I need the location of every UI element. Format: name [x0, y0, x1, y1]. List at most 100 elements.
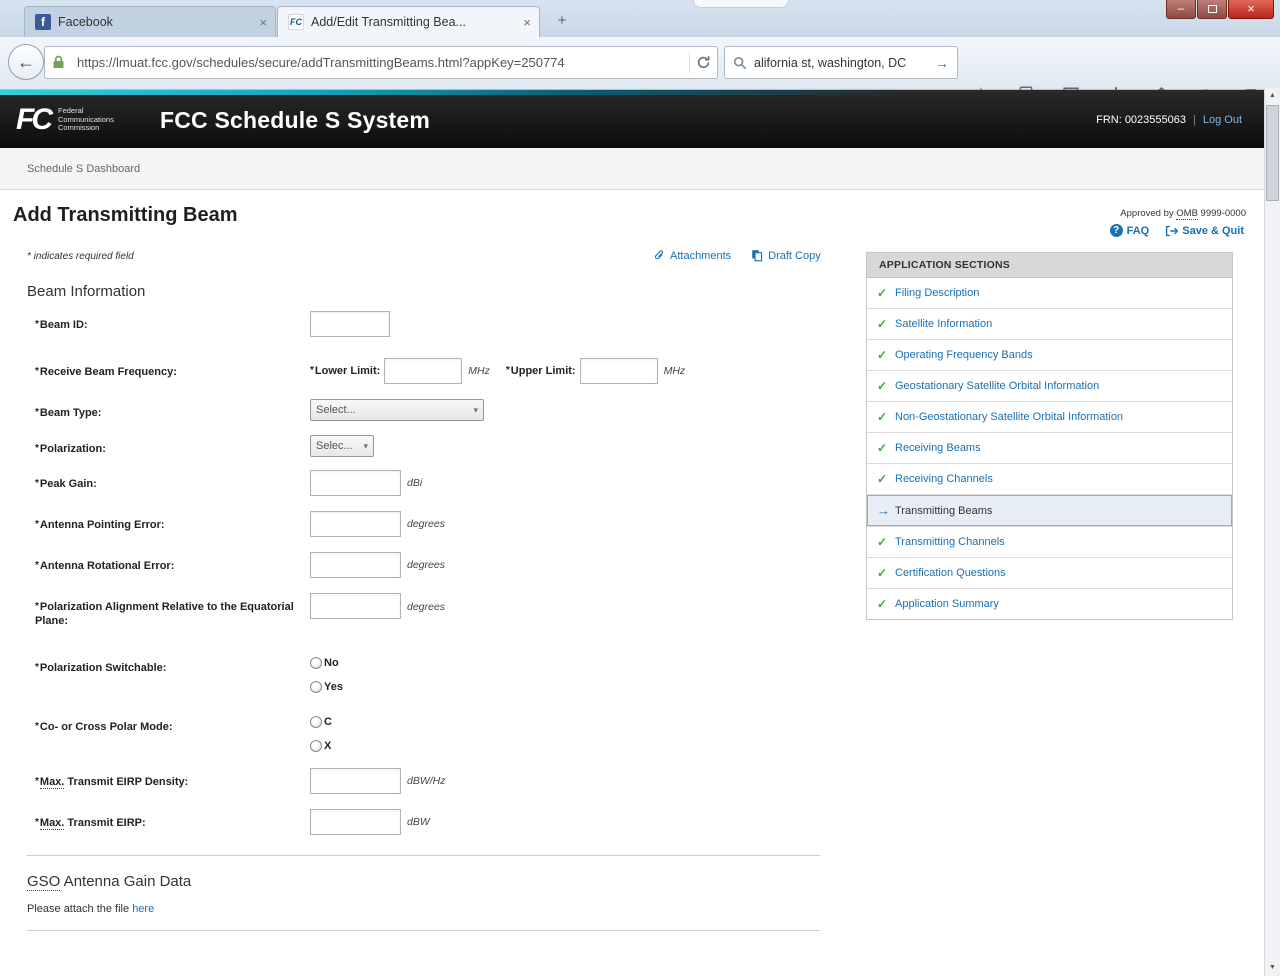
peak-gain-label: *Peak Gain: — [35, 470, 310, 496]
radio-icon[interactable] — [310, 657, 322, 669]
back-button[interactable]: ← — [8, 44, 44, 80]
sidebar-item-label: Transmitting Beams — [895, 505, 992, 517]
maximize-icon — [1208, 5, 1217, 13]
check-icon: ✓ — [877, 410, 895, 424]
sidebar-item-label: Application Summary — [895, 598, 999, 610]
option-label: C — [324, 716, 332, 728]
polarization-switchable-row: *Polarization Switchable: No Yes — [0, 654, 830, 693]
search-go-icon[interactable]: → — [935, 55, 949, 71]
lower-limit-input[interactable] — [384, 358, 462, 384]
fcc-favicon-icon: FC — [288, 14, 304, 30]
beam-id-row: *Beam ID: — [0, 311, 830, 337]
sidebar-item-non-geostationary-orbital-info[interactable]: ✓ Non-Geostationary Satellite Orbital In… — [867, 402, 1232, 433]
co-cross-polar-mode-label: *Co- or Cross Polar Mode: — [35, 713, 310, 752]
sidebar-item-label: Filing Description — [895, 287, 979, 299]
new-tab-button[interactable]: + — [549, 10, 575, 32]
check-icon: ✓ — [877, 317, 895, 331]
session-info: FRN: 0023555063 | Log Out — [1096, 90, 1242, 148]
maximize-button[interactable] — [1197, 0, 1227, 19]
close-tab-icon[interactable]: × — [523, 15, 531, 30]
max-transmit-eirp-input[interactable] — [310, 809, 401, 835]
draft-copy-icon — [751, 249, 764, 262]
antenna-pointing-error-row: *Antenna Pointing Error: degrees — [0, 511, 830, 537]
url-bar[interactable]: https://lmuat.fcc.gov/schedules/secure/a… — [44, 46, 718, 79]
frn-label: FRN: 0023555063 — [1096, 114, 1186, 126]
sidebar-item-geostationary-orbital-info[interactable]: ✓ Geostationary Satellite Orbital Inform… — [867, 371, 1232, 402]
max-transmit-eirp-density-unit: dBW/Hz — [407, 775, 446, 787]
beam-type-row: *Beam Type: Select... ▾ — [0, 399, 830, 421]
check-icon: ✓ — [877, 379, 895, 393]
sidebar-item-filing-description[interactable]: ✓ Filing Description — [867, 278, 1232, 309]
sidebar-item-certification-questions[interactable]: ✓ Certification Questions — [867, 558, 1232, 589]
max-transmit-eirp-density-row: *Max. Transmit EIRP Density: dBW/Hz — [0, 768, 830, 794]
application-sections-panel: APPLICATION SECTIONS ✓ Filing Descriptio… — [866, 252, 1233, 620]
max-transmit-eirp-density-label: *Max. Transmit EIRP Density: — [35, 768, 310, 794]
max-transmit-eirp-density-input[interactable] — [310, 768, 401, 794]
breadcrumb: Schedule S Dashboard — [0, 148, 1264, 190]
scrollbar-thumb[interactable] — [1266, 105, 1279, 201]
attachments-link[interactable]: Attachments — [653, 249, 731, 262]
sidebar-item-transmitting-channels[interactable]: ✓ Transmitting Channels — [867, 527, 1232, 558]
omb-approval-note: Approved by OMB 9999-0000 — [1120, 208, 1246, 219]
sidebar-item-label: Satellite Information — [895, 318, 992, 330]
radio-icon[interactable] — [310, 740, 322, 752]
sidebar-item-application-summary[interactable]: ✓ Application Summary — [867, 589, 1232, 619]
radio-icon[interactable] — [310, 716, 322, 728]
tab-facebook[interactable]: f Facebook × — [24, 6, 276, 37]
application-sections-header: APPLICATION SECTIONS — [867, 253, 1232, 278]
logout-link[interactable]: Log Out — [1203, 114, 1242, 126]
scroll-up-arrow[interactable]: ▲ — [1265, 88, 1280, 104]
polarization-switchable-label: *Polarization Switchable: — [35, 654, 310, 693]
scroll-down-arrow[interactable]: ▼ — [1265, 960, 1280, 976]
antenna-rotational-error-input[interactable] — [310, 552, 401, 578]
section-divider — [27, 855, 820, 856]
upper-limit-input[interactable] — [580, 358, 658, 384]
radio-icon[interactable] — [310, 681, 322, 693]
beam-id-input[interactable] — [310, 311, 390, 337]
minimize-button[interactable]: – — [1166, 0, 1196, 19]
save-quit-link[interactable]: Save & Quit — [1165, 225, 1244, 237]
https-lock-icon[interactable] — [52, 55, 65, 69]
search-input[interactable]: alifornia st, washington, DC — [754, 56, 935, 70]
sidebar-item-receiving-beams[interactable]: ✓ Receiving Beams — [867, 433, 1232, 464]
gso-antenna-gain-heading: GSO Antenna Gain Data — [27, 873, 830, 890]
peak-gain-unit: dBi — [407, 477, 422, 489]
sidebar-item-label: Transmitting Channels — [895, 536, 1005, 548]
vertical-scrollbar[interactable]: ▲ ▼ — [1264, 88, 1280, 976]
max-transmit-eirp-label: *Max. Transmit EIRP: — [35, 809, 310, 835]
peak-gain-input[interactable] — [310, 470, 401, 496]
polarization-switchable-no-option[interactable]: No — [310, 657, 343, 669]
session-divider: | — [1193, 114, 1196, 126]
sidebar-item-transmitting-beams[interactable]: → Transmitting Beams — [867, 495, 1232, 527]
close-tab-icon[interactable]: × — [259, 15, 267, 30]
sidebar-item-receiving-channels[interactable]: ✓ Receiving Channels — [867, 464, 1232, 495]
polarization-select[interactable]: Selec... ▾ — [310, 435, 374, 457]
tab-add-edit-transmitting-beams[interactable]: FC Add/Edit Transmitting Bea... × — [277, 6, 540, 37]
beam-type-select[interactable]: Select... ▾ — [310, 399, 484, 421]
peak-gain-row: *Peak Gain: dBi — [0, 470, 830, 496]
paperclip-icon — [653, 249, 666, 262]
cross-polar-option[interactable]: X — [310, 740, 332, 752]
co-polar-option[interactable]: C — [310, 716, 332, 728]
antenna-pointing-error-input[interactable] — [310, 511, 401, 537]
attach-here-link[interactable]: here — [132, 903, 154, 915]
faq-link[interactable]: FAQ — [1110, 224, 1150, 237]
reload-icon[interactable] — [696, 55, 711, 70]
search-bar[interactable]: alifornia st, washington, DC → — [724, 46, 958, 79]
polarization-alignment-row: *Polarization Alignment Relative to the … — [0, 593, 830, 628]
sidebar-item-operating-frequency-bands[interactable]: ✓ Operating Frequency Bands — [867, 340, 1232, 371]
breadcrumb-dashboard-link[interactable]: Schedule S Dashboard — [27, 163, 140, 175]
tab-title: Facebook — [58, 15, 253, 29]
app-title: FCC Schedule S System — [160, 90, 430, 148]
polarization-alignment-input[interactable] — [310, 593, 401, 619]
close-window-button[interactable]: × — [1228, 0, 1274, 19]
polarization-label: *Polarization: — [35, 435, 310, 457]
gso-attach-note: Please attach the file here — [27, 903, 830, 915]
lower-limit-label: *Lower Limit: — [310, 365, 380, 377]
draft-copy-label: Draft Copy — [768, 250, 821, 262]
sidebar-item-satellite-information[interactable]: ✓ Satellite Information — [867, 309, 1232, 340]
draft-copy-link[interactable]: Draft Copy — [751, 249, 821, 262]
polarization-switchable-yes-option[interactable]: Yes — [310, 681, 343, 693]
attachments-label: Attachments — [670, 250, 731, 262]
window-controls: – × — [1165, 0, 1274, 19]
